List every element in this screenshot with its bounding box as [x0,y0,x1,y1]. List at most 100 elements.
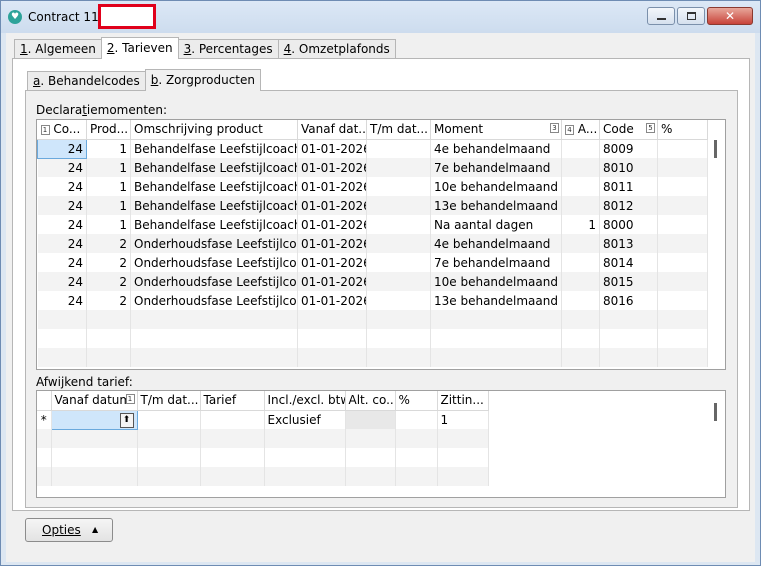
co-cell[interactable]: 24 [37,272,87,291]
table-row[interactable]: 24 1 Behandelfase Leefstijlcoach 01-01-2026… [37,177,708,196]
tab-zorgproducten[interactable]: b. Zorgproducten [144,69,262,91]
code-cell[interactable]: 8009 [599,139,658,158]
vanaf-cell[interactable]: 01-01-2026 [297,158,367,177]
code-cell[interactable]: 8012 [599,196,658,215]
col-header-code[interactable]: Code 5 [599,120,658,140]
pct-cell[interactable] [657,158,708,177]
tab-percentages[interactable]: 3. Percentages [177,39,279,59]
a-cell[interactable] [561,196,600,215]
vanaf-cell[interactable]: 01-01-2026 [297,177,367,196]
tm-cell[interactable] [366,139,431,158]
tab-algemeen[interactable]: 1. Algemeen [14,39,102,59]
a-cell[interactable] [561,272,600,291]
code-cell[interactable]: 8014 [599,253,658,272]
col-header-prod[interactable]: Prod... [86,120,131,140]
pct-cell[interactable] [657,196,708,215]
pct-cell[interactable] [657,272,708,291]
pct-cell[interactable] [657,139,708,158]
pct-cell[interactable] [657,253,708,272]
a-cell[interactable] [561,291,600,310]
tab-tarieven[interactable]: 2. Tarieven [100,37,179,59]
tm-cell[interactable] [366,158,431,177]
col-header-tm[interactable]: T/m dat... [366,120,431,140]
table-row[interactable]: 24 1 Behandelfase Leefstijlcoach 01-01-2026… [37,158,708,177]
code-cell[interactable]: 8015 [599,272,658,291]
prod-cell[interactable]: 1 [86,158,131,177]
prod-cell[interactable]: 2 [86,253,131,272]
moment-cell[interactable]: 7e behandelmaand [430,253,562,272]
prod-cell[interactable]: 1 [86,215,131,234]
prod-cell[interactable]: 2 [86,272,131,291]
prod-cell[interactable]: 1 [86,177,131,196]
omschrijving-cell[interactable]: Onderhoudsfase Leefstijlcoa... [130,272,298,291]
tm-cell[interactable] [366,234,431,253]
moment-cell[interactable]: 10e behandelmaand [430,272,562,291]
col-header-alt-code[interactable]: Alt. co... [345,391,396,411]
table-row[interactable]: 24 1 Behandelfase Leefstijlcoach 01-01-2026… [37,215,708,234]
table-row[interactable]: 24 2 Onderhoudsfase Leefstijlcoa... 01-01-2… [37,234,708,253]
vanaf-cell[interactable]: 01-01-2026 [297,139,367,158]
tm-cell[interactable] [366,177,431,196]
vanaf-cell[interactable]: 01-01-2026 [297,196,367,215]
moment-cell[interactable]: 10e behandelmaand [430,177,562,196]
col-header-tm-datum[interactable]: T/m dat... [137,391,201,411]
table-row[interactable]: 24 1 Behandelfase Leefstijlcoach 01-01-2026… [37,138,708,159]
co-cell[interactable]: 24 [37,196,87,215]
moment-cell[interactable]: 7e behandelmaand [430,158,562,177]
pct-cell[interactable] [395,410,438,429]
close-button[interactable]: ✕ [707,7,753,25]
afwijkend-scrollbar[interactable] [714,403,717,421]
date-lookup-icon[interactable]: ⬆ [119,412,134,428]
co-cell[interactable]: 24 [37,291,87,310]
code-cell[interactable]: 8010 [599,158,658,177]
tm-cell[interactable] [366,272,431,291]
co-cell[interactable]: 24 [37,158,87,177]
prod-cell[interactable]: 2 [86,234,131,253]
table-row[interactable]: 24 2 Onderhoudsfase Leefstijlcoa... 01-01-2… [37,291,708,310]
maximize-button[interactable] [677,7,705,25]
pct-cell[interactable] [657,234,708,253]
omschrijving-cell[interactable]: Onderhoudsfase Leefstijlcoa... [130,234,298,253]
a-cell[interactable] [561,158,600,177]
vanaf-cell[interactable]: 01-01-2026 [297,234,367,253]
omschrijving-cell[interactable]: Behandelfase Leefstijlcoach [130,139,298,158]
omschrijving-cell[interactable]: Onderhoudsfase Leefstijlcoa... [130,253,298,272]
tm-datum-cell[interactable] [137,410,201,429]
tm-cell[interactable] [366,196,431,215]
col-header-pct[interactable]: % [395,391,438,411]
tm-cell[interactable] [366,215,431,234]
prod-cell[interactable]: 1 [86,196,131,215]
moment-cell[interactable]: 4e behandelmaand [430,234,562,253]
col-header-vanaf[interactable]: Vanaf dat... [297,120,367,140]
vanaf-datum-input[interactable]: ⬆ [50,409,138,430]
col-header-moment[interactable]: Moment 3 [430,120,562,140]
a-cell[interactable]: 1 [561,215,600,234]
pct-cell[interactable] [657,177,708,196]
co-cell[interactable]: 24 [37,177,87,196]
a-cell[interactable] [561,253,600,272]
tm-cell[interactable] [366,291,431,310]
tab-behandelcodes[interactable]: a. Behandelcodes [27,71,146,91]
co-cell[interactable]: 24 [37,234,87,253]
incl-excl-cell[interactable]: Exclusief [264,410,346,429]
omschrijving-cell[interactable]: Behandelfase Leefstijlcoach [130,177,298,196]
tm-cell[interactable] [366,253,431,272]
tab-omzetplafonds[interactable]: 4. Omzetplafonds [277,39,396,59]
a-cell[interactable] [561,177,600,196]
prod-cell[interactable]: 2 [86,291,131,310]
prod-cell[interactable]: 1 [86,139,131,158]
pct-cell[interactable] [657,291,708,310]
code-cell[interactable]: 8000 [599,215,658,234]
a-cell[interactable] [561,234,600,253]
moment-cell[interactable]: 4e behandelmaand [430,139,562,158]
a-cell[interactable] [561,139,600,158]
moment-cell[interactable]: 13e behandelmaand [430,291,562,310]
omschrijving-cell[interactable]: Behandelfase Leefstijlcoach [130,196,298,215]
vanaf-cell[interactable]: 01-01-2026 [297,215,367,234]
vanaf-cell[interactable]: 01-01-2026 [297,253,367,272]
col-header-a[interactable]: 4 A... [561,120,600,140]
code-cell[interactable]: 8013 [599,234,658,253]
declaratie-scrollbar[interactable] [714,140,717,158]
tarief-cell[interactable] [200,410,265,429]
omschrijving-cell[interactable]: Behandelfase Leefstijlcoach [130,158,298,177]
